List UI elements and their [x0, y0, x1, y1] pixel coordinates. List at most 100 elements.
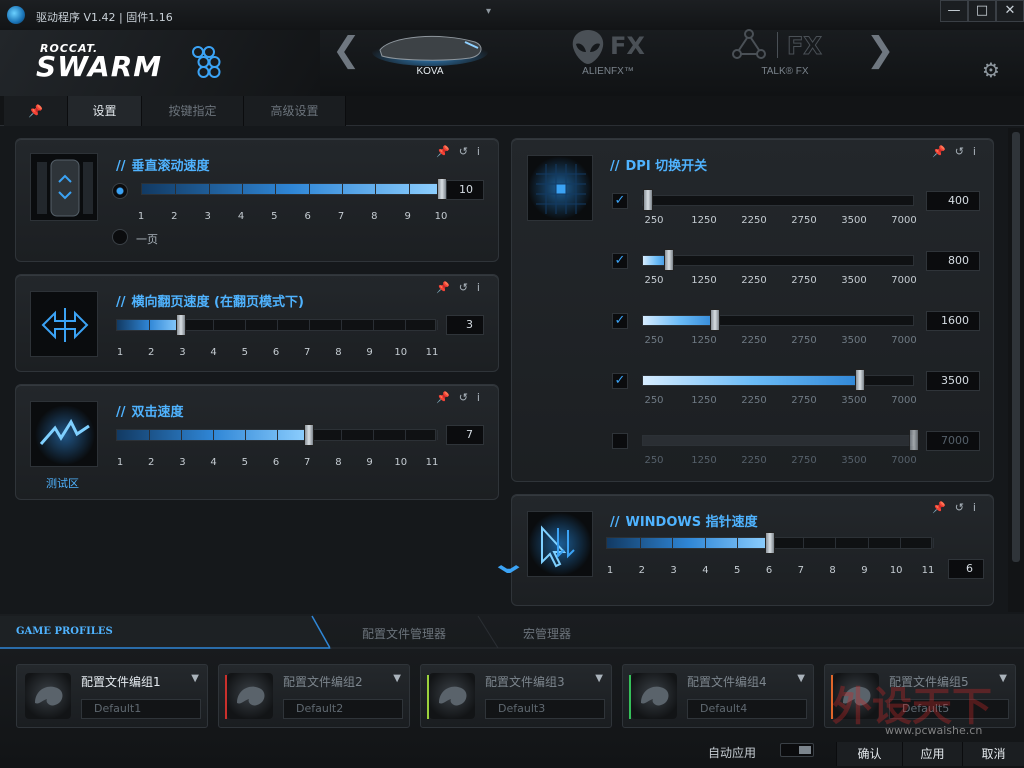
scroll-down-chevron-icon[interactable]: ⌄ — [488, 546, 528, 581]
tab-profile-manager[interactable]: 配置文件管理器 — [362, 625, 446, 642]
tab-game-profiles[interactable]: GAME PROFILES — [16, 626, 113, 637]
dpi-slider-knob[interactable] — [710, 309, 721, 331]
profile-default-field[interactable]: Default3 — [485, 699, 605, 719]
ok-button[interactable]: 确认 — [836, 742, 902, 766]
dpi-slider-knob[interactable] — [643, 189, 653, 211]
dpi-checkbox[interactable]: ✓ — [612, 193, 628, 209]
info-icon[interactable]: i — [973, 145, 985, 158]
dpi-checkbox[interactable]: ✓ — [612, 253, 628, 269]
profile-default-field[interactable]: Default1 — [81, 699, 201, 719]
slider-knob[interactable] — [176, 314, 186, 336]
dpi-slider-knob[interactable] — [909, 429, 919, 451]
info-icon[interactable]: i — [477, 391, 489, 404]
profile-dropdown-icon[interactable]: ▼ — [999, 673, 1007, 684]
slider-segment — [245, 430, 246, 440]
apply-button[interactable]: 应用 — [902, 742, 962, 766]
reset-icon[interactable]: ↺ — [955, 501, 973, 514]
reset-icon[interactable]: ↺ — [955, 145, 973, 158]
minimize-button[interactable]: — — [940, 0, 968, 22]
device-label-alienfx: ALIENFX™ — [582, 66, 634, 77]
slider-segment — [208, 184, 210, 194]
dpi-tick-label: 2250 — [741, 455, 767, 466]
windows-pointer-slider[interactable] — [606, 532, 934, 554]
dpi-slider[interactable] — [642, 309, 914, 331]
pin-icon[interactable]: 📌 — [436, 281, 459, 294]
tick-label: 11 — [425, 347, 439, 358]
profile-name: 配置文件编组4 — [687, 675, 767, 689]
profile-default-field[interactable]: Default4 — [687, 699, 807, 719]
slider-segment — [802, 538, 804, 548]
vertical-scrollbar[interactable] — [1008, 128, 1024, 612]
pin-icon[interactable]: 📌 — [436, 145, 459, 158]
device-alienfx[interactable]: FX ALIENFX™ — [538, 30, 678, 96]
device-prev-arrow-icon[interactable]: ❮ — [332, 30, 361, 70]
slider-segment — [408, 184, 410, 194]
slider-segment — [867, 538, 869, 548]
profile-slot-1[interactable]: 配置文件编组1 ▼ Default1 — [16, 664, 208, 728]
device-kova[interactable]: KOVA — [360, 30, 500, 96]
profile-dropdown-icon[interactable]: ▼ — [393, 673, 401, 684]
tick-label: 10 — [394, 347, 408, 358]
slider-knob[interactable] — [765, 532, 775, 554]
horizontal-scroll-slider[interactable] — [116, 314, 438, 336]
double-click-slider[interactable] — [116, 424, 438, 446]
settings-gear-icon[interactable]: ⚙ — [982, 58, 1000, 82]
tab-advanced-settings[interactable]: 高级设置 — [244, 96, 346, 126]
horizontal-scroll-value: 3 — [446, 315, 484, 335]
slider-knob[interactable] — [304, 424, 314, 446]
close-button[interactable]: ✕ — [996, 0, 1024, 22]
dpi-checkbox[interactable]: ✓ — [612, 373, 628, 389]
reset-icon[interactable]: ↺ — [459, 145, 477, 158]
scroll-lines-radio[interactable] — [112, 183, 128, 199]
tab-button-assignment[interactable]: 按键指定 — [142, 96, 244, 126]
cancel-button[interactable]: 取消 — [962, 742, 1024, 766]
profile-slot-2[interactable]: 配置文件编组2 ▼ Default2 — [218, 664, 410, 728]
tick-label: 2 — [638, 565, 645, 576]
info-icon[interactable]: i — [477, 281, 489, 294]
slider-segment — [933, 538, 934, 548]
dpi-checkbox[interactable] — [612, 433, 628, 449]
pin-icon[interactable]: 📌 — [932, 501, 955, 514]
dpi-slider-knob[interactable] — [664, 249, 675, 271]
dpi-tick-label: 1250 — [691, 335, 717, 346]
pin-icon[interactable]: 📌 — [932, 145, 955, 158]
dpi-slider[interactable] — [642, 369, 914, 391]
info-icon[interactable]: i — [477, 145, 489, 158]
slider-segment — [639, 538, 641, 548]
dpi-slider[interactable] — [642, 189, 914, 211]
dpi-tick-label: 2250 — [741, 215, 767, 226]
profile-slot-3[interactable]: 配置文件编组3 ▼ Default3 — [420, 664, 612, 728]
maximize-button[interactable]: □ — [968, 0, 996, 22]
tab-settings[interactable]: 设置 — [68, 96, 142, 126]
profile-default-field[interactable]: Default2 — [283, 699, 403, 719]
pin-icon[interactable]: 📌 — [436, 391, 459, 404]
device-talkfx[interactable]: FX TALK® FX — [715, 29, 855, 96]
profile-dropdown-icon[interactable]: ▼ — [595, 673, 603, 684]
tab-pin-icon[interactable]: 📌 — [4, 96, 68, 126]
dpi-value: 400 — [926, 191, 980, 211]
vertical-scroll-slider[interactable] — [141, 178, 447, 200]
profile-slot-4[interactable]: 配置文件编组4 ▼ Default4 — [622, 664, 814, 728]
reset-icon[interactable]: ↺ — [459, 281, 477, 294]
scroll-page-radio[interactable] — [112, 229, 128, 245]
profile-dropdown-icon[interactable]: ▼ — [797, 673, 805, 684]
slider-segment — [737, 538, 739, 548]
reset-icon[interactable]: ↺ — [459, 391, 477, 404]
scrollbar-thumb[interactable] — [1012, 132, 1020, 562]
tab-macro-manager[interactable]: 宏管理器 — [523, 625, 571, 642]
dpi-slider[interactable] — [642, 429, 919, 451]
tick-label: 9 — [404, 211, 411, 222]
dpi-slider-knob[interactable] — [854, 369, 865, 391]
double-click-test-area[interactable] — [30, 401, 98, 467]
info-icon[interactable]: i — [973, 501, 985, 514]
device-dropdown-icon[interactable]: ▾ — [486, 6, 491, 17]
auto-apply-toggle[interactable] — [780, 743, 814, 757]
profile-default-field[interactable]: Default5 — [889, 699, 1009, 719]
dpi-slider[interactable] — [642, 249, 914, 271]
slider-segment — [672, 538, 674, 548]
dpi-checkbox[interactable]: ✓ — [612, 313, 628, 329]
profile-dropdown-icon[interactable]: ▼ — [191, 673, 199, 684]
device-next-arrow-icon[interactable]: ❯ — [866, 30, 895, 70]
tick-label: 2 — [171, 211, 178, 222]
profile-slot-5[interactable]: 配置文件编组5 ▼ Default5 — [824, 664, 1016, 728]
